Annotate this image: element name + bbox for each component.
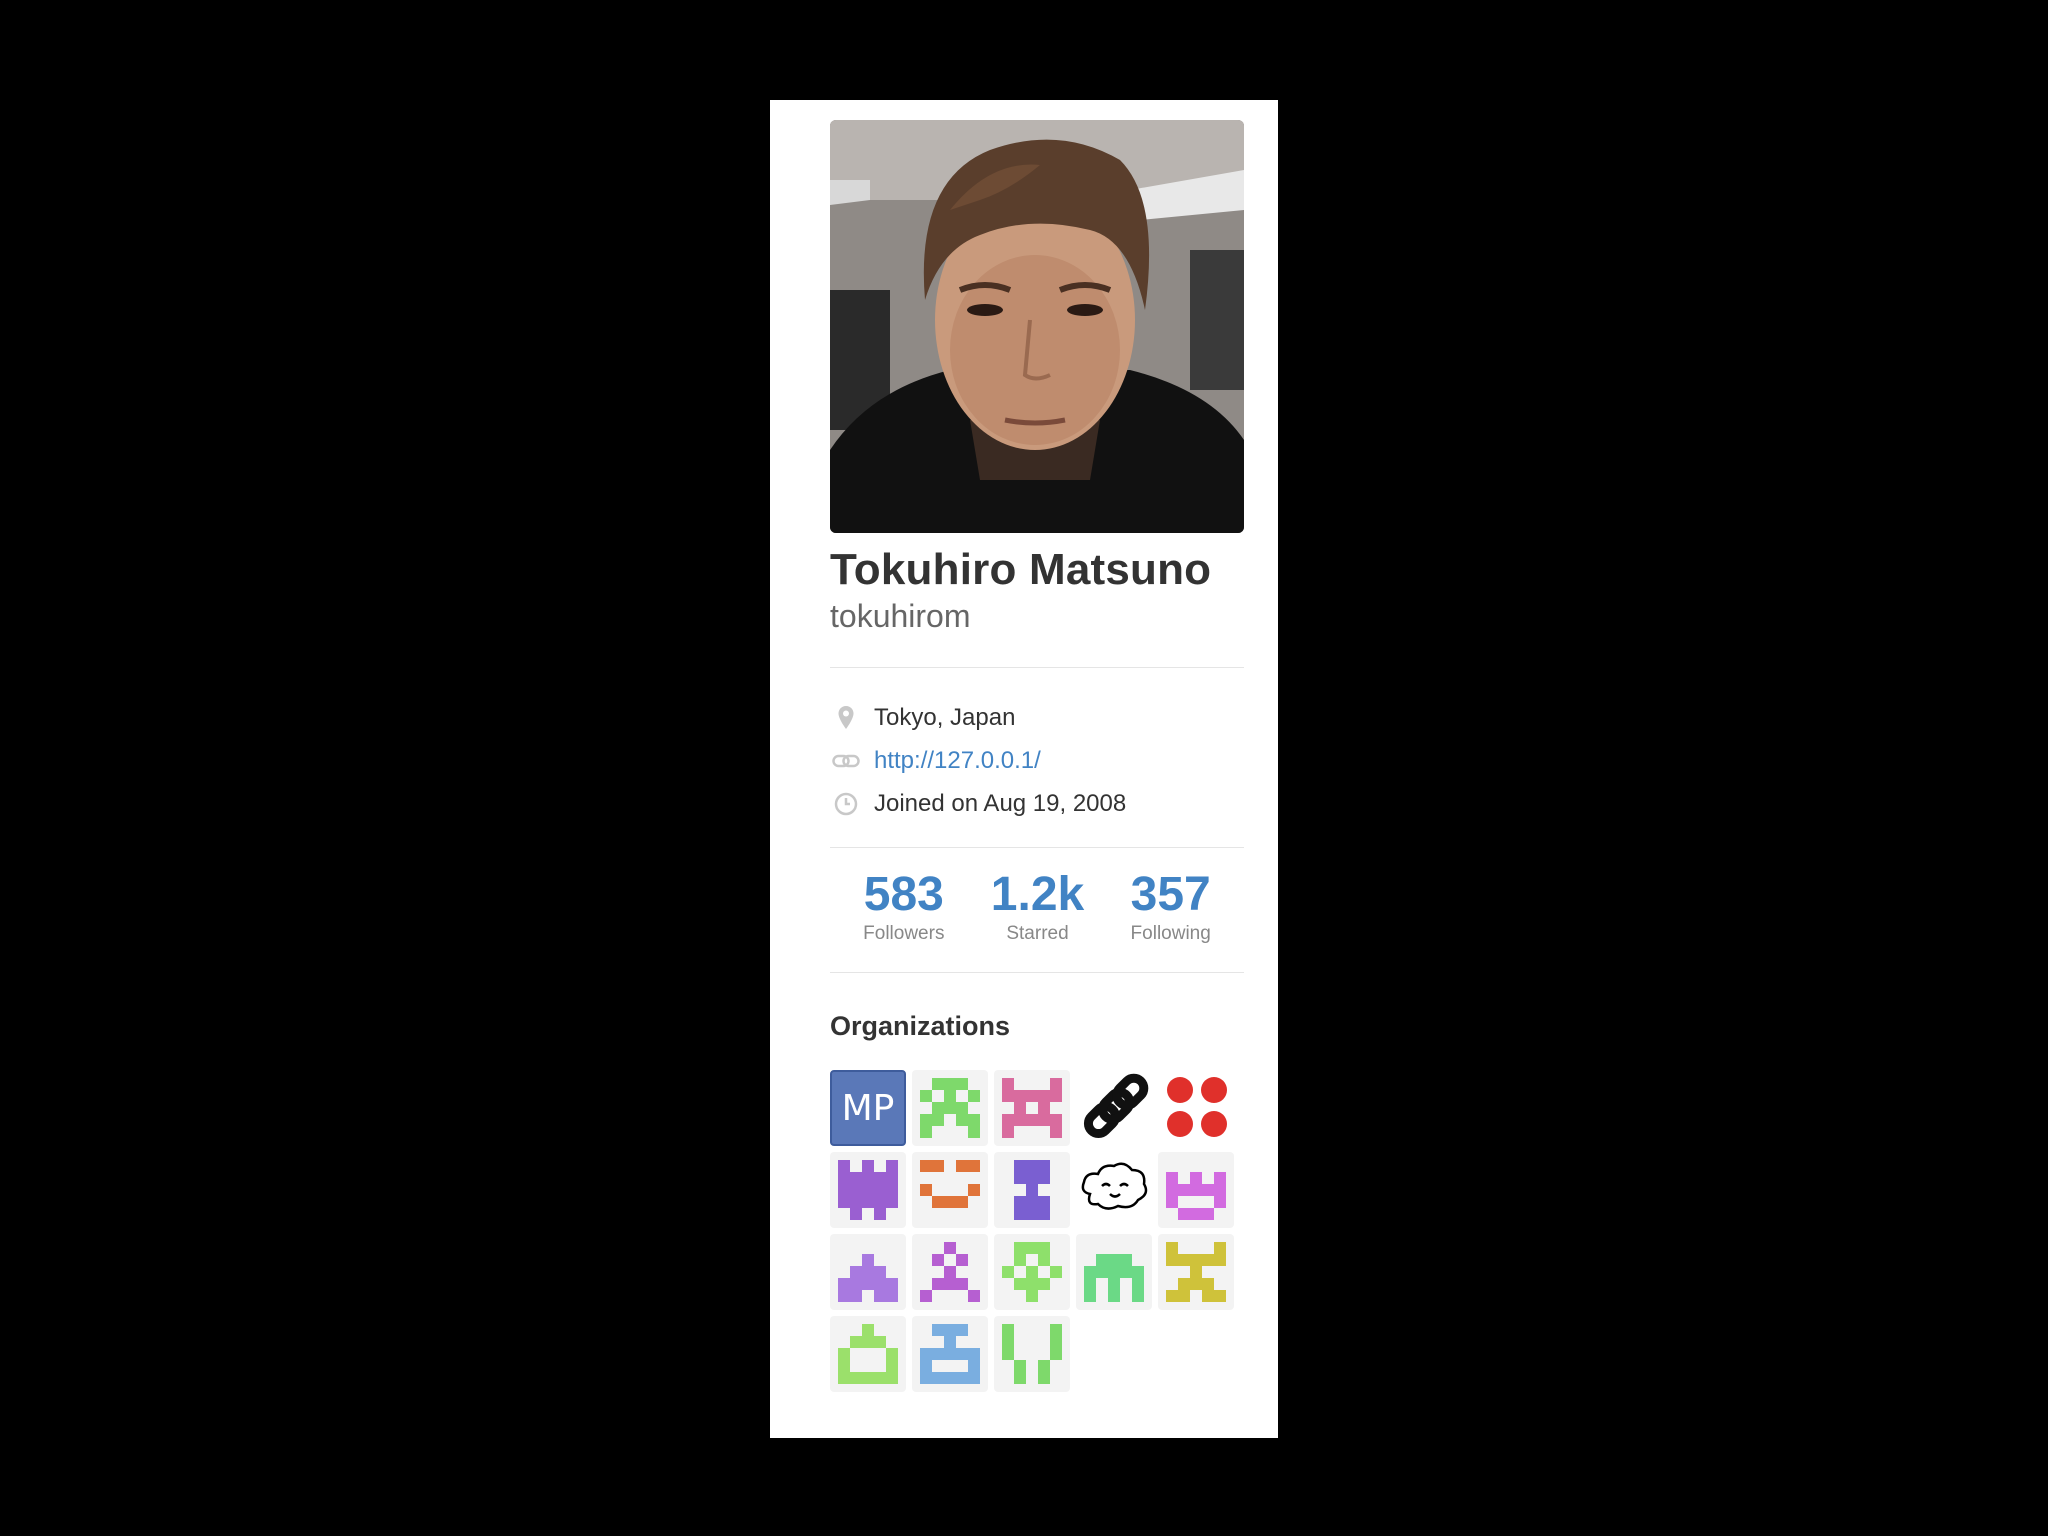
stat-starred[interactable]: 1.2k Starred <box>991 868 1084 946</box>
identicon-icon <box>1002 1242 1062 1302</box>
org-identicon-mint[interactable] <box>1076 1234 1152 1310</box>
org-cloud-face[interactable] <box>1076 1152 1152 1228</box>
identicon-icon <box>1166 1242 1226 1302</box>
org-identicon-violet[interactable] <box>994 1152 1070 1228</box>
stat-label: Following <box>1130 923 1211 944</box>
website-link[interactable]: http://127.0.0.1/ <box>874 747 1041 775</box>
organizations-heading: Organizations <box>830 1011 1011 1041</box>
location-row: Tokyo, Japan <box>830 696 1244 739</box>
link-icon <box>832 747 860 775</box>
org-red-dots[interactable] <box>1158 1070 1234 1146</box>
identicon-icon <box>920 1242 980 1302</box>
org-identicon-pink[interactable] <box>994 1070 1070 1146</box>
identicon-icon <box>1002 1324 1062 1384</box>
org-identicon-green2[interactable] <box>994 1316 1070 1392</box>
identicon-icon <box>838 1324 898 1384</box>
org-identicon-lightgreen[interactable] <box>830 1316 906 1392</box>
org-identicon-purple2[interactable] <box>912 1234 988 1310</box>
identicon-icon <box>1166 1172 1226 1220</box>
avatar-photo <box>830 120 1244 533</box>
location-pin-icon <box>832 704 860 732</box>
identicon-icon <box>920 1078 980 1138</box>
org-identicon-orange[interactable] <box>912 1152 988 1228</box>
stat-value: 583 <box>863 868 944 921</box>
identicon-icon <box>1014 1160 1050 1220</box>
org-label: MP <box>841 1087 895 1129</box>
org-identicon-purple[interactable] <box>830 1152 906 1228</box>
divider <box>830 972 1244 973</box>
stat-value: 1.2k <box>990 868 1085 921</box>
org-identicon-yellow[interactable] <box>1158 1234 1234 1310</box>
joined-text: Joined on Aug 19, 2008 <box>874 789 1127 817</box>
red-dots-icon <box>1167 1077 1227 1137</box>
stats-bar: 583 Followers 1.2k Starred 357 Following <box>830 848 1244 972</box>
cloud-face-icon <box>1081 1162 1148 1210</box>
identicon-icon <box>1084 1254 1144 1302</box>
chain-link-icon <box>1083 1073 1149 1139</box>
org-chain[interactable] <box>1076 1070 1152 1146</box>
org-identicon-green[interactable] <box>912 1070 988 1146</box>
identicon-icon <box>920 1324 980 1384</box>
org-mp[interactable]: MP <box>830 1070 906 1146</box>
profile-card: Tokuhiro Matsuno tokuhirom Tokyo, Japan <box>770 100 1278 1438</box>
stat-label: Followers <box>863 923 945 944</box>
avatar[interactable] <box>830 120 1244 533</box>
stat-label: Starred <box>1006 923 1069 944</box>
org-identicon-lavender[interactable] <box>830 1234 906 1310</box>
profile-details: Tokyo, Japan http://127.0.0.1/ Joined on… <box>830 668 1244 847</box>
profile-username: tokuhirom <box>830 598 971 634</box>
joined-row: Joined on Aug 19, 2008 <box>830 782 1244 825</box>
profile-full-name: Tokuhiro Matsuno <box>830 545 1212 594</box>
clock-icon <box>832 790 860 818</box>
identicon-icon <box>1002 1078 1062 1138</box>
organizations-grid: MP <box>830 1070 1244 1392</box>
org-identicon-magenta[interactable] <box>1158 1152 1234 1228</box>
profile-sidebar: Tokuhiro Matsuno tokuhirom Tokyo, Japan <box>830 120 1244 1392</box>
stat-following[interactable]: 357 Following <box>1131 868 1211 946</box>
stat-value: 357 <box>1130 868 1211 921</box>
identicon-icon <box>838 1160 898 1220</box>
identicon-icon <box>838 1254 898 1302</box>
website-row: http://127.0.0.1/ <box>830 739 1244 782</box>
org-identicon-blue[interactable] <box>912 1316 988 1392</box>
identicon-icon <box>920 1160 980 1208</box>
org-identicon-lime[interactable] <box>994 1234 1070 1310</box>
location-text: Tokyo, Japan <box>874 703 1016 731</box>
stat-followers[interactable]: 583 Followers <box>863 868 944 946</box>
